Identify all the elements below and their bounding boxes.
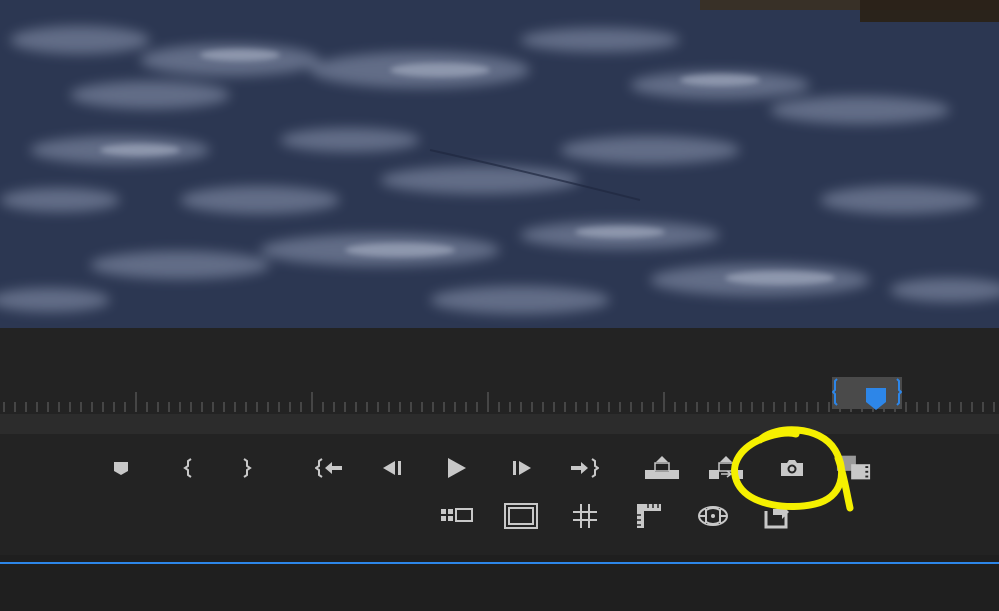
step-back-icon [383, 461, 401, 475]
multicam-icon [441, 508, 473, 522]
program-monitor-video [0, 0, 999, 328]
lift-icon [645, 456, 679, 479]
go-to-out-icon [571, 458, 599, 478]
guides-button[interactable] [567, 501, 603, 531]
mark-in-icon [183, 458, 192, 478]
vr-video-button[interactable] [695, 501, 731, 531]
safe-margins-icon [504, 503, 538, 529]
film-compare-icon [836, 455, 871, 480]
vr-icon [698, 506, 728, 526]
rulers-button[interactable] [631, 501, 667, 531]
multi-camera-button[interactable] [439, 501, 475, 531]
monitor-controls-panel [0, 328, 999, 555]
mark-out-button[interactable] [229, 453, 265, 483]
export-button[interactable] [759, 501, 795, 531]
timeline-strip[interactable] [0, 555, 999, 611]
add-marker-button[interactable] [103, 453, 139, 483]
ruler-band [0, 414, 999, 434]
comparison-view-button[interactable] [836, 453, 872, 483]
safe-margins-button[interactable] [503, 501, 539, 531]
export-icon [764, 505, 789, 529]
lift-button[interactable] [644, 453, 680, 483]
play-button[interactable] [438, 453, 474, 483]
marker-icon [114, 462, 128, 475]
go-to-out-button[interactable] [566, 453, 602, 483]
playhead[interactable] [866, 388, 886, 410]
camera-icon [781, 460, 803, 476]
timeline-indicator-line [0, 562, 999, 564]
mark-out-icon [243, 458, 252, 478]
ruler-icon [637, 504, 661, 528]
step-forward-icon [513, 461, 531, 475]
export-frame-button[interactable] [774, 453, 810, 483]
play-icon [448, 458, 466, 478]
step-forward-button[interactable] [504, 453, 540, 483]
extract-icon [709, 456, 743, 479]
extract-button[interactable] [708, 453, 744, 483]
grid-icon [573, 504, 597, 528]
step-back-button[interactable] [374, 453, 410, 483]
mark-in-button[interactable] [170, 453, 206, 483]
go-to-in-icon [315, 458, 342, 478]
go-to-in-button[interactable] [312, 453, 348, 483]
